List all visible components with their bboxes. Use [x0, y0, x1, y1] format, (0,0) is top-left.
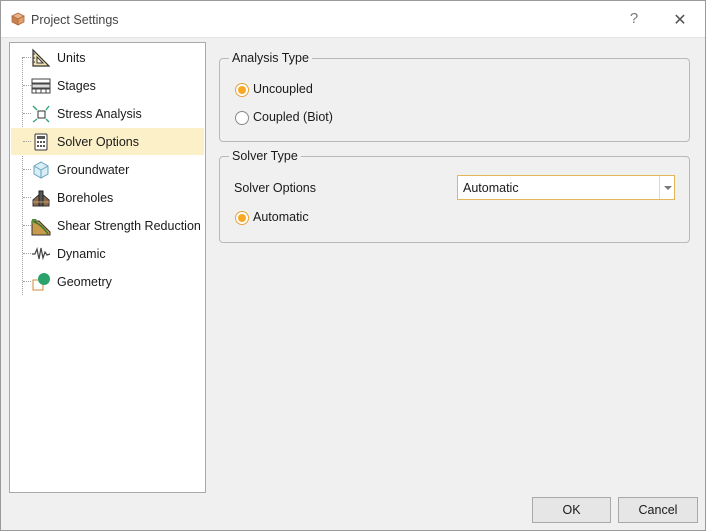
analysis-type-group: Analysis Type Uncoupled Coupled (Biot) [219, 51, 690, 142]
tree-item-solver-options[interactable]: Solver Options [11, 128, 204, 155]
cancel-button[interactable]: Cancel [618, 497, 698, 523]
tree-item-label: Solver Options [57, 135, 139, 149]
tree-item-label: Stages [57, 79, 96, 93]
project-settings-dialog: Project Settings ? ✕ Units Stages Stress… [0, 0, 706, 531]
shear-strength-reduction-icon [31, 219, 51, 236]
radio-button[interactable] [235, 211, 249, 225]
settings-tree: Units Stages Stress Analysis Solver Opti… [9, 42, 206, 493]
tree-item-label: Boreholes [57, 191, 114, 205]
tree-item-label: Shear Strength Reduction [57, 219, 201, 233]
solver-options-icon [34, 133, 48, 151]
tree-item-geometry[interactable]: Geometry [11, 268, 204, 295]
radio-label: Automatic [253, 210, 309, 224]
close-button[interactable]: ✕ [670, 10, 690, 30]
app-icon [11, 12, 25, 26]
tree-item-units[interactable]: Units [11, 44, 204, 71]
radio-label: Uncoupled [253, 82, 313, 96]
tree-item-stress-analysis[interactable]: Stress Analysis [11, 100, 204, 127]
dynamic-icon [32, 246, 51, 261]
tree-item-label: Dynamic [57, 247, 106, 261]
groundwater-icon [33, 161, 49, 179]
tree-item-boreholes[interactable]: Boreholes [11, 184, 204, 211]
radio-label: Coupled (Biot) [253, 110, 333, 124]
tree-item-label: Stress Analysis [57, 107, 142, 121]
stress-analysis-icon [32, 105, 50, 123]
tree-item-groundwater[interactable]: Groundwater [11, 156, 204, 183]
help-button[interactable]: ? [625, 10, 643, 30]
title-bar[interactable]: Project Settings ? ✕ [1, 1, 705, 38]
window-title: Project Settings [31, 13, 119, 27]
solver-options-label: Solver Options [234, 181, 316, 195]
stages-icon [31, 78, 51, 94]
solver-type-title: Solver Type [229, 149, 301, 163]
tree-item-label: Groundwater [57, 163, 130, 177]
ok-button[interactable]: OK [532, 497, 611, 523]
radio-button[interactable] [235, 83, 249, 97]
radio-button[interactable] [235, 111, 249, 125]
tree-item-shear-strength-reduction[interactable]: Shear Strength Reduction [11, 212, 204, 239]
tree-item-stages[interactable]: Stages [11, 72, 204, 99]
solver-options-value: Automatic [463, 181, 519, 195]
tree-item-label: Units [57, 51, 86, 65]
tree-item-dynamic[interactable]: Dynamic [11, 240, 204, 267]
units-icon [32, 48, 51, 67]
solver-options-dropdown[interactable]: Automatic [457, 175, 675, 200]
tree-item-label: Geometry [57, 275, 112, 289]
chevron-down-icon[interactable] [659, 176, 674, 199]
geometry-icon [32, 273, 50, 291]
analysis-type-title: Analysis Type [229, 51, 312, 65]
boreholes-icon [32, 190, 50, 207]
